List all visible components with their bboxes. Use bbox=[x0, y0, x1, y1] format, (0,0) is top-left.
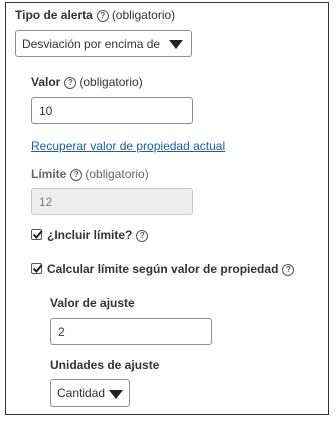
alert-type-value: Desviación por encima de bbox=[22, 36, 161, 51]
checkmark-icon bbox=[32, 264, 43, 274]
limite-input: 12 bbox=[31, 188, 193, 215]
calc-limit-checkbox[interactable] bbox=[31, 263, 43, 274]
include-limit-label: ¿Incluir límite? bbox=[47, 228, 133, 242]
help-icon[interactable]: ? bbox=[282, 264, 295, 276]
valor-label: Valor bbox=[31, 75, 61, 89]
help-icon[interactable]: ? bbox=[70, 169, 83, 181]
required-note: (obligatorio) bbox=[111, 8, 176, 22]
alert-type-label: Tipo de alerta bbox=[15, 8, 93, 22]
adjust-units-value: Cantidad bbox=[57, 386, 106, 400]
required-note: (obligatorio) bbox=[79, 75, 143, 89]
include-limit-checkbox[interactable] bbox=[31, 229, 43, 240]
limite-label-row: Límite? (obligatorio) bbox=[31, 167, 149, 181]
help-icon[interactable]: ? bbox=[136, 230, 149, 242]
adjust-value-input[interactable]: 2 bbox=[50, 318, 212, 345]
help-icon[interactable]: ? bbox=[96, 10, 109, 22]
adjust-value-input-value: 2 bbox=[58, 324, 65, 339]
required-note: (obligatorio) bbox=[85, 167, 149, 181]
chevron-down-icon bbox=[169, 40, 183, 49]
adjust-units-select[interactable]: Cantidad bbox=[50, 379, 130, 407]
chevron-down-icon bbox=[109, 390, 123, 399]
limite-input-value: 12 bbox=[39, 194, 53, 209]
alert-type-select[interactable]: Desviación por encima de bbox=[15, 30, 192, 57]
calc-limit-label: Calcular límite según valor de propiedad bbox=[47, 262, 279, 276]
valor-input-value: 10 bbox=[39, 103, 53, 118]
adjust-value-label: Valor de ajuste bbox=[50, 296, 135, 310]
checkmark-icon bbox=[32, 230, 43, 240]
valor-input[interactable]: 10 bbox=[31, 97, 193, 124]
valor-label-row: Valor? (obligatorio) bbox=[31, 75, 143, 89]
help-icon[interactable]: ? bbox=[64, 77, 77, 89]
include-limit-label-row: ¿Incluir límite?? bbox=[47, 228, 151, 242]
recover-property-value-link[interactable]: Recuperar valor de propiedad actual bbox=[31, 139, 225, 153]
adjust-units-label: Unidades de ajuste bbox=[50, 358, 160, 372]
limite-label: Límite bbox=[31, 167, 67, 181]
calc-limit-label-row: Calcular límite según valor de propiedad… bbox=[47, 262, 297, 276]
alert-type-label-row: Tipo de alerta? (obligatorio) bbox=[15, 8, 175, 22]
